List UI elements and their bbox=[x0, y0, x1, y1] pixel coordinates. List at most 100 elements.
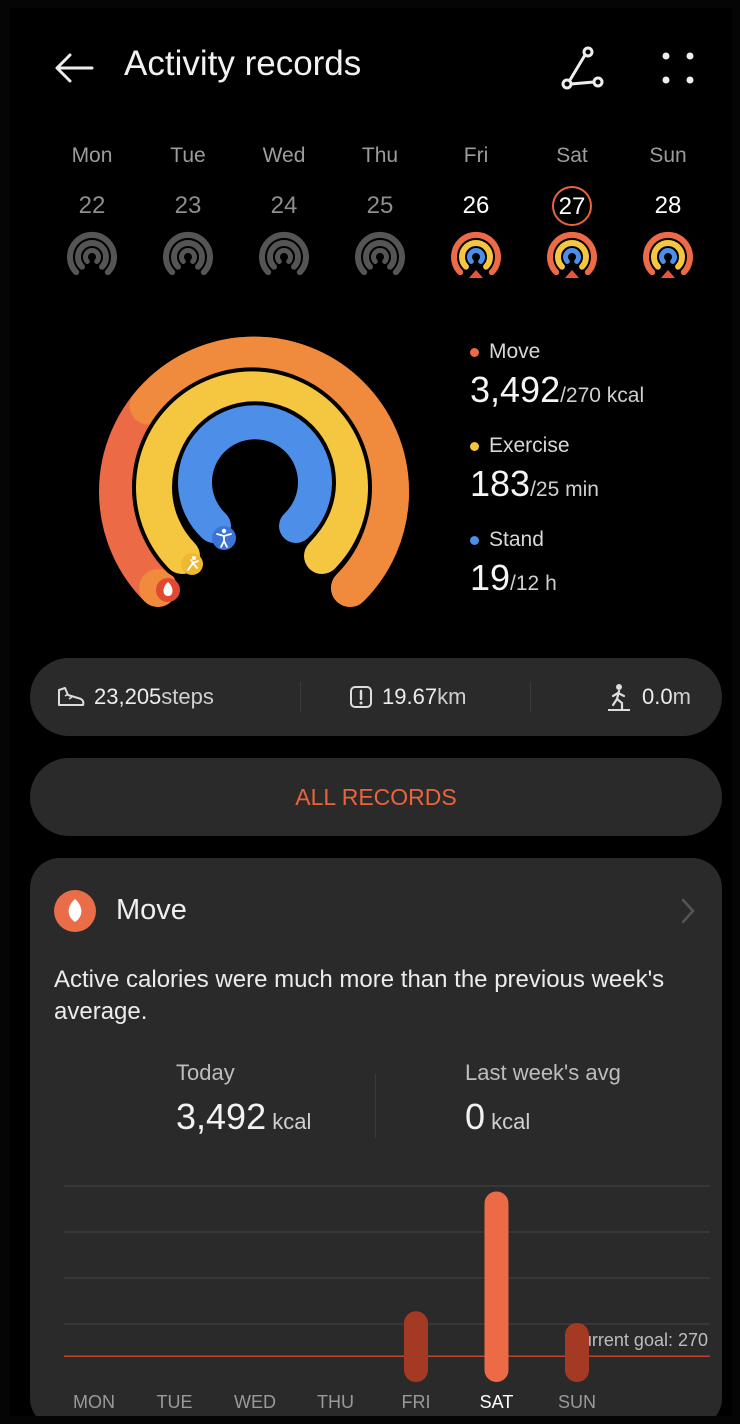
more-dots-icon[interactable] bbox=[660, 48, 696, 88]
day-ring-icon bbox=[259, 231, 309, 276]
stand-label-row: Stand bbox=[470, 526, 730, 554]
day-ring-arc bbox=[371, 248, 389, 264]
x-tick-label: TUE bbox=[157, 1392, 193, 1412]
chevron-right-icon[interactable] bbox=[678, 896, 698, 926]
stand-value-row: 19/12 h bbox=[470, 554, 730, 604]
day-ring-icon bbox=[643, 231, 693, 278]
day-number: 25 bbox=[366, 192, 394, 219]
day-number: 24 bbox=[270, 192, 298, 219]
last-week-avg-label: Last week's avg bbox=[465, 1060, 621, 1085]
card-title: Move bbox=[116, 894, 187, 926]
x-tick-label: FRI bbox=[402, 1392, 431, 1412]
distance-value: 19.67 bbox=[382, 684, 438, 709]
today-value: 3,492 bbox=[176, 1096, 267, 1137]
day-of-week: Sun bbox=[649, 144, 687, 167]
day-of-week: Sat bbox=[556, 144, 588, 167]
stand-dot bbox=[470, 535, 479, 545]
day-thu[interactable]: Thu 25 bbox=[332, 144, 428, 294]
day-ring-icon bbox=[163, 231, 213, 276]
distance-stat: 19.67 km bbox=[348, 684, 466, 710]
move-label-row: Move bbox=[470, 338, 730, 366]
day-mon[interactable]: Mon 22 bbox=[44, 144, 140, 294]
today-label: Today bbox=[176, 1060, 235, 1085]
last-week-avg-unit: kcal bbox=[485, 1109, 531, 1134]
last-week-avg-row: 0 kcal bbox=[465, 1096, 530, 1138]
today-value-row: 3,492 kcal bbox=[176, 1096, 311, 1138]
day-number: 26 bbox=[462, 192, 490, 219]
stats-bar[interactable]: 23,205 steps 19.67 km 0.0 m bbox=[30, 658, 722, 736]
stand-ring-icon bbox=[212, 526, 236, 550]
goal-label: Current goal: 270 bbox=[569, 1330, 708, 1350]
x-tick-label: SUN bbox=[558, 1392, 596, 1412]
day-marker bbox=[661, 270, 675, 278]
day-sat[interactable]: Sat 27 bbox=[524, 144, 620, 294]
day-wed[interactable]: Wed 24 bbox=[236, 144, 332, 294]
move-value-row: 3,492/270 kcal bbox=[470, 366, 730, 416]
day-ring-icon bbox=[355, 231, 405, 276]
distance-unit: km bbox=[437, 684, 467, 709]
exercise-value: 183 bbox=[470, 463, 531, 504]
day-number: 27 bbox=[524, 186, 620, 226]
route-icon[interactable] bbox=[558, 44, 606, 92]
stand-goal: /12 h bbox=[510, 572, 557, 595]
day-of-week: Fri bbox=[463, 144, 489, 167]
day-ring-arc bbox=[563, 248, 581, 264]
last-week-avg-value: 0 bbox=[465, 1096, 486, 1137]
stand-value: 19 bbox=[470, 557, 511, 598]
climb-unit: m bbox=[672, 684, 691, 709]
day-ring-arc bbox=[83, 248, 101, 264]
move-bar-chart[interactable]: Current goal: 270 MON TUE WED THU FRI SAT SUN bbox=[30, 1158, 722, 1416]
x-tick-label: SAT bbox=[480, 1392, 514, 1412]
day-fri[interactable]: Fri 26 bbox=[428, 144, 524, 294]
week-strip: Mon 22 Tue 23 Wed 24 Thu 25 Fri 26 Sat 2… bbox=[44, 144, 716, 294]
day-number: 23 bbox=[174, 192, 202, 219]
card-message: Active calories were much more than the … bbox=[54, 966, 665, 1025]
day-marker bbox=[565, 270, 579, 278]
back-arrow-icon[interactable] bbox=[52, 46, 96, 90]
climb-stat: 0.0 m bbox=[604, 682, 691, 712]
steps-value: 23,205 bbox=[94, 684, 162, 709]
day-ring-arc bbox=[459, 240, 493, 270]
page-title: Activity records bbox=[124, 44, 362, 83]
exercise-ring-icon bbox=[181, 553, 203, 575]
move-label: Move bbox=[489, 340, 541, 363]
move-card[interactable]: Move Active calories were much more than… bbox=[30, 858, 722, 1416]
day-ring-arc bbox=[363, 240, 397, 270]
day-of-week: Tue bbox=[170, 144, 206, 167]
day-ring-icon bbox=[547, 231, 597, 278]
bar-sat[interactable] bbox=[484, 1191, 509, 1382]
move-dot bbox=[470, 347, 479, 357]
day-sun[interactable]: Sun 28 bbox=[620, 144, 716, 294]
exercise-value-row: 183/25 min bbox=[470, 460, 730, 510]
divider bbox=[530, 682, 531, 712]
day-of-week: Wed bbox=[262, 144, 306, 167]
move-value: 3,492 bbox=[470, 369, 561, 410]
screen: Activity records Mon 22 Tue 23 Wed 24 Th… bbox=[10, 8, 732, 1416]
divider bbox=[375, 1074, 376, 1138]
x-tick-label: WED bbox=[234, 1392, 276, 1412]
exercise-label: Exercise bbox=[489, 434, 570, 457]
day-ring-arc bbox=[267, 240, 301, 270]
day-ring-arc bbox=[275, 248, 293, 264]
bar-fri[interactable] bbox=[404, 1311, 428, 1382]
climb-value: 0.0 bbox=[642, 684, 673, 709]
all-records-button[interactable]: ALL RECORDS bbox=[30, 758, 722, 836]
day-ring-icon bbox=[451, 231, 501, 278]
activity-rings[interactable] bbox=[90, 328, 430, 618]
climb-icon bbox=[608, 684, 630, 711]
exercise-goal: /25 min bbox=[530, 478, 599, 501]
today-unit: kcal bbox=[266, 1109, 312, 1134]
flame-icon bbox=[54, 890, 96, 932]
day-number: 28 bbox=[654, 192, 682, 219]
baseline-mask bbox=[30, 1370, 722, 1384]
day-ring-arc bbox=[659, 248, 677, 264]
divider bbox=[300, 682, 301, 712]
day-ring-arc bbox=[467, 248, 485, 264]
move-ring-icon bbox=[156, 578, 180, 602]
x-tick-label: THU bbox=[317, 1392, 354, 1412]
exercise-dot bbox=[470, 441, 479, 451]
bar-sun[interactable] bbox=[565, 1322, 589, 1382]
shoe-icon bbox=[58, 687, 85, 706]
day-tue[interactable]: Tue 23 bbox=[140, 144, 236, 294]
exercise-label-row: Exercise bbox=[470, 432, 730, 460]
